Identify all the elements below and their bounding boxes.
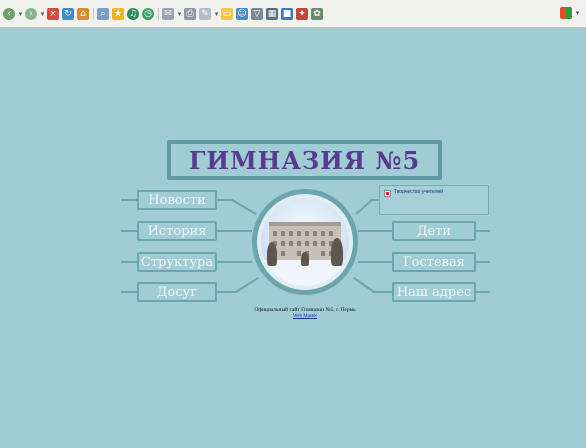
tree-shape: [331, 238, 343, 266]
footer-site-text: Официальный сайт Гимназии №5, г. Пермь: [254, 307, 356, 313]
nav-history-button[interactable]: История: [137, 221, 217, 241]
nav-guestbook-button[interactable]: Гостевая: [392, 252, 476, 272]
nav-address-button[interactable]: Наш адрес: [392, 282, 476, 302]
school-photo-frame: [252, 189, 358, 295]
webmaster-link[interactable]: Web Master: [200, 314, 410, 319]
nav-news-button[interactable]: Новости: [137, 190, 217, 210]
nav-structure-button[interactable]: Структура: [137, 252, 217, 272]
page-footer: Официальный сайт Гимназии №5, г. Пермь W…: [200, 307, 410, 319]
site-title-box: ГИМНАЗИЯ №5: [167, 140, 442, 180]
tree-shape: [267, 242, 277, 266]
teachers-creativity-link[interactable]: Творчество учителей: [394, 189, 443, 195]
teachers-creativity-panel: Творчество учителей: [379, 185, 489, 215]
nav-leisure-button[interactable]: Досуг: [137, 282, 217, 302]
broken-image-icon: [384, 190, 391, 197]
school-building-photo: [261, 198, 349, 286]
tree-shape: [301, 252, 309, 266]
nav-children-button[interactable]: Дети: [392, 221, 476, 241]
site-title: ГИМНАЗИЯ №5: [188, 145, 421, 175]
